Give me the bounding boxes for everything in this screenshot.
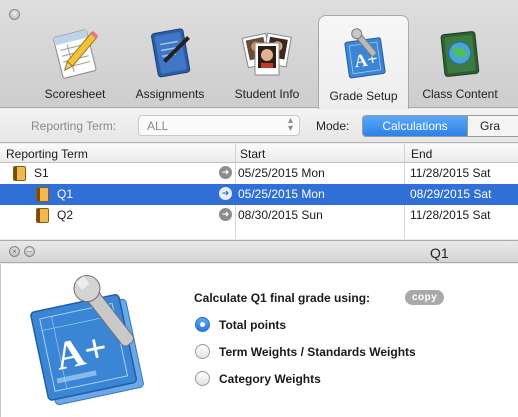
term-start: 05/25/2015 Mon: [238, 166, 325, 180]
toolbar-label-scoresheet: Scoresheet: [44, 87, 106, 101]
table-row[interactable]: Q1 ➜ 05/25/2015 Mon 08/29/2015 Sat: [0, 184, 518, 205]
table-header: Reporting Term Start End: [0, 144, 518, 163]
column-header-start[interactable]: Start: [240, 147, 265, 161]
close-icon[interactable]: ×: [9, 246, 20, 257]
updown-arrows-icon: ▴ ▾: [287, 115, 293, 134]
reporting-term-select[interactable]: ALL ▴ ▾: [138, 115, 300, 136]
term-folder-icon: [13, 166, 26, 181]
toolbar-item-class-content[interactable]: Class Content: [414, 15, 506, 107]
term-name: S1: [34, 166, 49, 180]
scoresheet-icon: [48, 25, 102, 81]
mode-option-calculations[interactable]: Calculations: [363, 116, 467, 136]
option-label: Term Weights / Standards Weights: [219, 345, 416, 359]
grade-setup-large-icon: A+: [25, 270, 165, 410]
panel-border: [0, 264, 1, 417]
student-info-icon: [240, 25, 294, 81]
reporting-term-value: ALL: [147, 119, 169, 133]
term-end: 11/28/2015 Sat: [410, 208, 491, 222]
toolbar-item-student-info[interactable]: Student Info: [225, 15, 309, 107]
term-folder-icon: [36, 208, 49, 223]
mode-label: Mode:: [316, 119, 350, 133]
table-row[interactable]: S1 ➜ 05/25/2015 Mon 11/28/2015 Sat: [0, 163, 518, 184]
window-menu-button[interactable]: [9, 9, 20, 20]
calculation-panel: A+ Calculate Q1 final grade using: copy …: [0, 264, 518, 417]
reporting-term-label: Reporting Term:: [31, 119, 117, 133]
main-toolbar: Scoresheet Assignments Student Info A+ G…: [0, 0, 518, 109]
toolbar-label-class-content: Class Content: [422, 87, 498, 101]
mode-option-grades[interactable]: Gra: [467, 116, 518, 136]
radio-button-selected[interactable]: [195, 317, 210, 332]
toolbar-label-assignments: Assignments: [135, 87, 205, 101]
assignments-icon: [143, 25, 197, 81]
term-folder-icon: [36, 187, 49, 202]
toolbar-item-scoresheet[interactable]: Scoresheet: [34, 15, 116, 107]
toolbar-item-assignments[interactable]: Assignments: [124, 15, 216, 107]
term-end: 11/28/2015 Sat: [410, 166, 491, 180]
minimize-icon[interactable]: –: [24, 246, 35, 257]
detail-panel-title: Q1: [430, 245, 449, 261]
copy-button[interactable]: copy: [405, 290, 445, 305]
column-header-end[interactable]: End: [411, 147, 432, 161]
mode-segmented-control: Calculations Gra: [362, 115, 518, 137]
radio-button[interactable]: [195, 371, 210, 386]
arrow-right-circle-icon[interactable]: ➜: [219, 187, 232, 200]
table-row[interactable]: Q2 ➜ 08/30/2015 Sun 11/28/2015 Sat: [0, 205, 518, 226]
term-name: Q2: [57, 208, 74, 222]
filter-bar: Reporting Term: ALL ▴ ▾ Mode: Calculation…: [0, 109, 518, 143]
radio-button[interactable]: [195, 344, 210, 359]
option-term-weights[interactable]: Term Weights / Standards Weights: [195, 343, 465, 361]
reporting-term-table: Reporting Term Start End S1 ➜ 05/25/2015…: [0, 144, 518, 239]
option-total-points[interactable]: Total points: [195, 316, 395, 334]
toolbar-label-grade-setup: Grade Setup: [329, 89, 398, 103]
detail-panel-header: × – Q1: [0, 240, 518, 263]
term-start: 08/30/2015 Sun: [238, 208, 323, 222]
term-start: 05/25/2015 Mon: [238, 187, 325, 201]
column-header-reporting-term[interactable]: Reporting Term: [6, 147, 88, 161]
arrow-right-circle-icon[interactable]: ➜: [219, 166, 232, 179]
calculate-using-label: Calculate Q1 final grade using:: [194, 291, 371, 305]
grade-setup-icon: A+: [337, 26, 391, 82]
option-label: Total points: [219, 318, 287, 332]
option-category-weights[interactable]: Category Weights: [195, 370, 395, 388]
option-label: Category Weights: [219, 372, 321, 386]
term-name: Q1: [57, 187, 74, 201]
class-content-icon: [433, 25, 487, 81]
toolbar-label-student-info: Student Info: [234, 87, 300, 101]
toolbar-item-grade-setup[interactable]: A+ Grade Setup: [318, 15, 409, 109]
term-end: 08/29/2015 Sat: [410, 187, 492, 201]
arrow-right-circle-icon[interactable]: ➜: [219, 208, 232, 221]
